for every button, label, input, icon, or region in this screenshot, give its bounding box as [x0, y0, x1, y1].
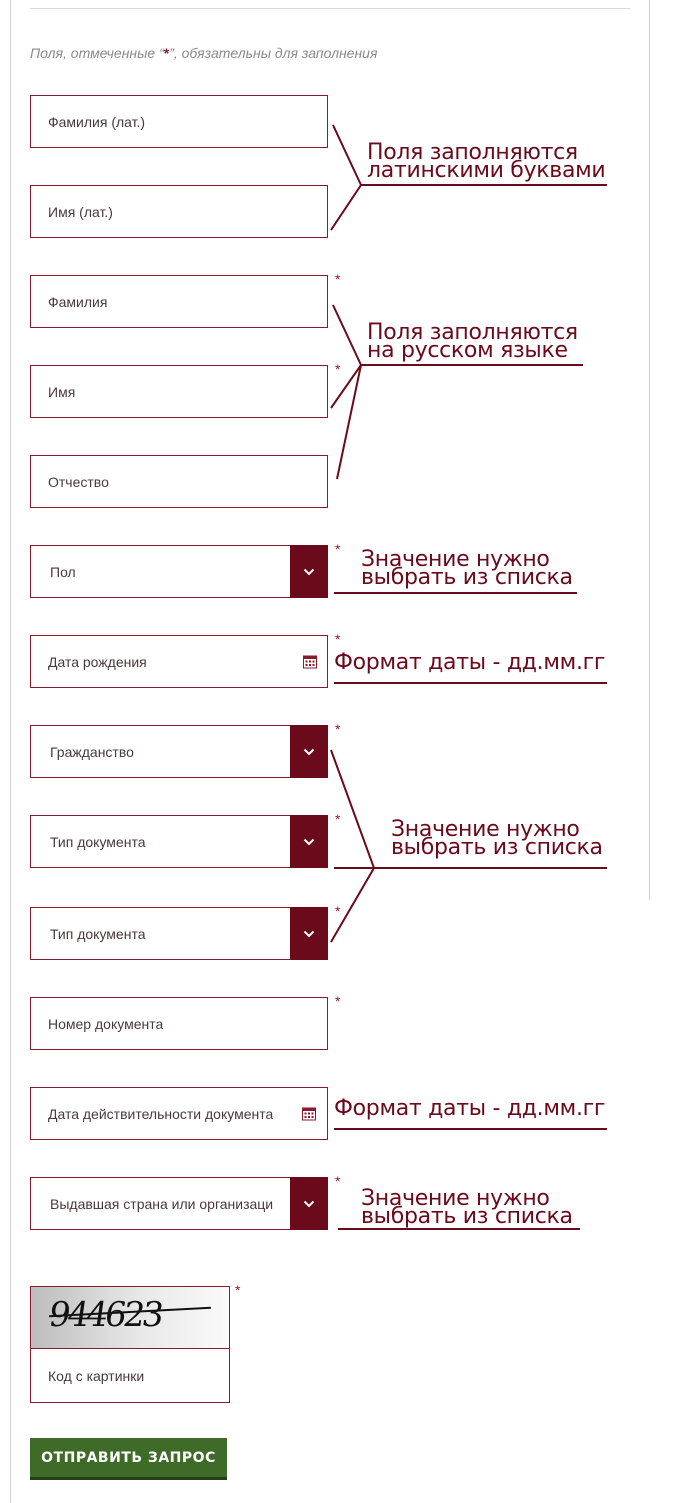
- select-value: Тип документа: [50, 833, 146, 850]
- frame-left-border: [10, 0, 11, 1503]
- captcha-image: 944623: [31, 1287, 229, 1349]
- select-value: Тип документа: [50, 925, 146, 942]
- required-marker: *: [335, 541, 341, 557]
- document-type-select-2[interactable]: Тип документа: [30, 907, 328, 960]
- select-value: Выдавшая страна или организаци: [50, 1195, 274, 1212]
- document-type-select[interactable]: Тип документа: [30, 815, 328, 868]
- required-marker: *: [335, 811, 341, 827]
- annotation-select-3: Значение нужно выбрать из списка: [361, 1188, 573, 1229]
- dropdown-toggle[interactable]: [290, 907, 328, 960]
- field-placeholder: Отчество: [48, 473, 109, 490]
- dropdown-toggle[interactable]: [290, 725, 328, 778]
- annotation-select-1: Значение нужно выбрать из списка: [361, 549, 573, 590]
- field-placeholder: Дата рождения: [48, 653, 147, 670]
- required-marker: *: [235, 1282, 241, 1298]
- dropdown-toggle[interactable]: [290, 815, 328, 868]
- calendar-icon[interactable]: [302, 1107, 316, 1120]
- select-value: Гражданство: [50, 743, 134, 760]
- field-placeholder: Имя (лат.): [48, 203, 113, 220]
- annotation-russian: Поля заполняются на русском языке: [367, 322, 578, 363]
- annotation-line: выбрать из списка: [361, 1204, 573, 1229]
- dropdown-toggle[interactable]: [290, 545, 328, 598]
- patronymic-input[interactable]: Отчество: [30, 455, 328, 508]
- required-marker: *: [335, 903, 341, 919]
- frame-right-border: [649, 0, 650, 900]
- leader-russian: [330, 304, 363, 409]
- leader-russian-patronymic: [336, 364, 362, 480]
- required-marker: *: [335, 361, 341, 377]
- required-fields-note: Поля, отмеченные “*”, обязательны для за…: [30, 45, 377, 61]
- sex-select[interactable]: Пол: [30, 545, 328, 598]
- field-placeholder: Фамилия: [48, 293, 108, 310]
- required-marker: *: [335, 271, 341, 287]
- captcha-code-input[interactable]: Код с картинки: [31, 1349, 229, 1402]
- first-name-lat-input[interactable]: Имя (лат.): [30, 185, 328, 238]
- last-name-input[interactable]: Фамилия: [30, 275, 328, 328]
- first-name-input[interactable]: Имя: [30, 365, 328, 418]
- citizenship-select[interactable]: Гражданство: [30, 725, 328, 778]
- annotation-line: на русском языке: [367, 338, 568, 363]
- chevron-down-icon: [303, 838, 315, 845]
- birth-date-input[interactable]: Дата рождения: [30, 635, 328, 688]
- field-placeholder: Фамилия (лат.): [48, 113, 146, 130]
- chevron-down-icon: [303, 930, 315, 937]
- annotation-select-group: Значение нужно выбрать из списка: [391, 819, 603, 860]
- required-marker: *: [335, 721, 341, 737]
- dropdown-toggle[interactable]: [290, 1177, 328, 1230]
- field-placeholder: Дата действительности документа: [48, 1105, 274, 1122]
- note-prefix: Поля, отмеченные “: [30, 45, 164, 61]
- required-marker: *: [335, 1173, 341, 1189]
- chevron-down-icon: [303, 1200, 315, 1207]
- chevron-down-icon: [303, 568, 315, 575]
- top-divider: [30, 8, 630, 9]
- document-validity-date-input[interactable]: Дата действительности документа: [30, 1087, 328, 1140]
- last-name-lat-input[interactable]: Фамилия (лат.): [30, 95, 328, 148]
- leader-latin: [330, 124, 363, 231]
- document-number-input[interactable]: Номер документа: [30, 997, 328, 1050]
- field-placeholder: Код с картинки: [48, 1367, 145, 1384]
- required-marker: *: [335, 993, 341, 1009]
- annotation-line: выбрать из списка: [391, 835, 603, 860]
- annotation-line: выбрать из списка: [361, 565, 573, 590]
- annotation-date-2: Формат даты - дд.мм.гг: [334, 1096, 606, 1121]
- field-placeholder: Номер документа: [48, 1015, 164, 1032]
- chevron-down-icon: [303, 748, 315, 755]
- select-value: Пол: [50, 563, 76, 580]
- captcha-group: 944623 Код с картинки: [30, 1286, 230, 1403]
- annotation-line: латинскими буквами: [367, 158, 606, 183]
- submit-request-button[interactable]: ОТПРАВИТЬ ЗАПРОС: [30, 1438, 227, 1480]
- issuing-country-select[interactable]: Выдавшая страна или организаци: [30, 1177, 328, 1230]
- note-suffix: ”, обязательны для заполнения: [169, 45, 378, 61]
- field-placeholder: Имя: [48, 383, 76, 400]
- annotation-date-1: Формат даты - дд.мм.гг: [334, 650, 606, 675]
- calendar-icon[interactable]: [303, 655, 317, 668]
- annotation-latin: Поля заполняются латинскими буквами: [367, 142, 606, 183]
- required-marker: *: [335, 631, 341, 647]
